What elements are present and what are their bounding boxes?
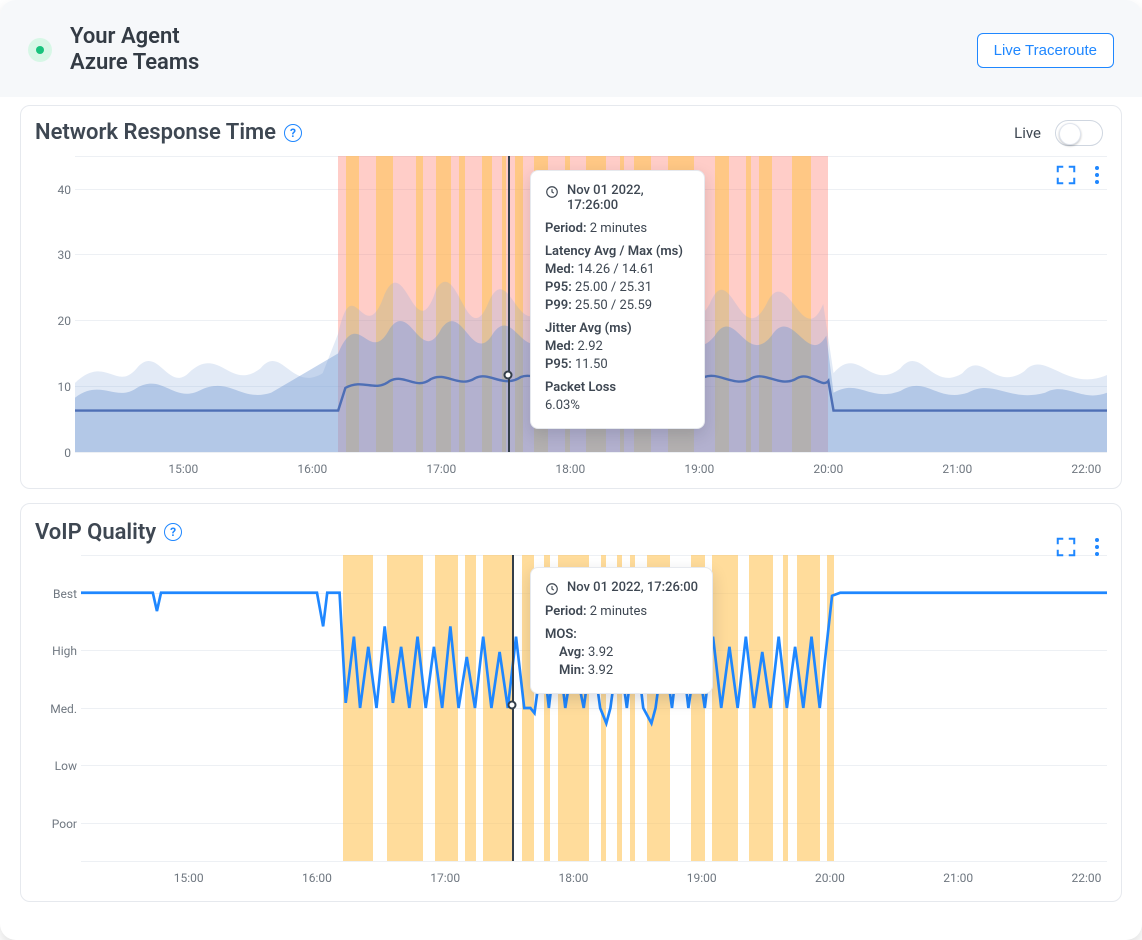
agent-block: Your Agent Azure Teams	[28, 24, 199, 77]
more-icon[interactable]	[1091, 534, 1103, 560]
tooltip-p95-value: 25.00 / 25.31	[575, 280, 652, 295]
tooltip-min-value: 3.92	[588, 663, 613, 678]
tooltip-med-label: Med:	[545, 262, 574, 277]
panel-header: Network Response Time ? Live	[21, 106, 1121, 152]
y-tick: Poor	[39, 817, 77, 831]
y-tick: High	[39, 644, 77, 658]
x-tick: 15:00	[174, 871, 204, 885]
x-tick: 22:00	[1071, 462, 1101, 476]
chart-tooltip: Nov 01 2022, 17:26:00 Period: 2 minutes …	[530, 567, 713, 694]
x-tick: 18:00	[559, 871, 589, 885]
panel-title: Network Response Time ?	[35, 120, 302, 145]
tooltip-pl-value: 6.03%	[545, 398, 690, 413]
cursor-line	[508, 156, 510, 452]
clock-icon	[545, 185, 559, 199]
panel-title-text: Network Response Time	[35, 120, 276, 145]
clock-icon	[545, 582, 559, 596]
y-tick: 0	[39, 446, 71, 460]
voip-chart[interactable]: Best High Med. Low Poor	[35, 555, 1107, 885]
y-tick: 20	[39, 314, 71, 328]
tooltip-period-value: 2 minutes	[590, 604, 647, 619]
help-icon[interactable]: ?	[284, 124, 302, 142]
live-label: Live	[1014, 124, 1041, 142]
panel-header: VoIP Quality ?	[21, 504, 1121, 551]
y-tick: Low	[39, 759, 77, 773]
y-tick: Best	[39, 587, 77, 601]
panel-voip-quality: VoIP Quality ? Best High Med. Low Po	[20, 503, 1122, 902]
top-bar: Your Agent Azure Teams Live Traceroute	[0, 0, 1142, 97]
chart-toolbar	[1055, 534, 1103, 560]
more-icon[interactable]	[1091, 162, 1103, 188]
tooltip-med-value: 14.26 / 14.61	[577, 262, 654, 277]
panel-controls: Live	[1014, 120, 1103, 146]
chart-wrap: 40 30 20 10 0	[21, 152, 1121, 488]
tooltip-avg-label: Avg:	[559, 645, 585, 660]
x-tick: 19:00	[684, 462, 714, 476]
tooltip-avg-value: 3.92	[588, 645, 613, 660]
x-tick: 22:00	[1072, 871, 1102, 885]
tooltip-jp95-value: 11.50	[575, 357, 608, 372]
live-traceroute-button[interactable]: Live Traceroute	[977, 33, 1114, 68]
status-indicator-icon	[28, 38, 52, 62]
tooltip-period-label: Period:	[545, 604, 587, 619]
tooltip-latency-heading: Latency Avg / Max (ms)	[545, 244, 690, 259]
chart-tooltip: Nov 01 2022, 17:26:00 Period: 2 minutes …	[530, 170, 705, 429]
tooltip-pl-heading: Packet Loss	[545, 380, 690, 395]
x-tick: 19:00	[687, 871, 717, 885]
y-tick: 40	[39, 183, 71, 197]
x-tick: 18:00	[555, 462, 585, 476]
help-icon[interactable]: ?	[164, 523, 182, 541]
panel-network-response-time: Network Response Time ? Live 40	[20, 105, 1122, 489]
tooltip-period-label: Period:	[545, 221, 587, 236]
panel-title-text: VoIP Quality	[35, 520, 156, 545]
tooltip-p99-value: 25.50 / 25.59	[575, 298, 652, 313]
cursor-dot	[504, 370, 513, 379]
tooltip-p99-label: P99:	[545, 298, 572, 313]
y-tick: 30	[39, 248, 71, 262]
x-tick: 16:00	[302, 871, 332, 885]
tooltip-period-value: 2 minutes	[590, 221, 647, 236]
tooltip-timestamp: Nov 01 2022, 17:26:00	[567, 183, 690, 213]
x-tick: 16:00	[297, 462, 327, 476]
x-tick: 21:00	[943, 871, 973, 885]
chart-toolbar	[1055, 162, 1103, 188]
x-tick: 17:00	[426, 462, 456, 476]
panel-title: VoIP Quality ?	[35, 520, 182, 545]
tooltip-jp95-label: P95:	[545, 357, 572, 372]
x-axis: 15:00 16:00 17:00 18:00 19:00 20:00 21:0…	[75, 452, 1107, 476]
network-chart[interactable]: 40 30 20 10 0	[35, 156, 1107, 476]
y-tick: 10	[39, 380, 71, 394]
y-tick: Med.	[39, 702, 77, 716]
cursor-dot	[507, 700, 516, 709]
chart-wrap: Best High Med. Low Poor	[21, 551, 1121, 897]
tooltip-p95-label: P95:	[545, 280, 572, 295]
x-tick: 20:00	[813, 462, 843, 476]
expand-icon[interactable]	[1055, 164, 1077, 186]
tooltip-jmed-value: 2.92	[577, 339, 602, 354]
app-frame: Your Agent Azure Teams Live Traceroute N…	[0, 0, 1142, 940]
x-tick: 20:00	[815, 871, 845, 885]
agent-name: Azure Teams	[70, 50, 199, 76]
expand-icon[interactable]	[1055, 536, 1077, 558]
tooltip-jitter-heading: Jitter Avg (ms)	[545, 321, 690, 336]
tooltip-jmed-label: Med:	[545, 339, 574, 354]
tooltip-mos-heading: MOS:	[545, 627, 698, 642]
tooltip-min-label: Min:	[559, 663, 585, 678]
x-tick: 15:00	[168, 462, 198, 476]
agent-titles: Your Agent Azure Teams	[70, 24, 199, 77]
live-toggle[interactable]	[1055, 120, 1103, 146]
your-agent-label: Your Agent	[70, 24, 199, 50]
tooltip-timestamp: Nov 01 2022, 17:26:00	[567, 580, 698, 595]
x-tick: 21:00	[942, 462, 972, 476]
x-axis: 15:00 16:00 17:00 18:00 19:00 20:00 21:0…	[81, 861, 1107, 885]
x-tick: 17:00	[430, 871, 460, 885]
